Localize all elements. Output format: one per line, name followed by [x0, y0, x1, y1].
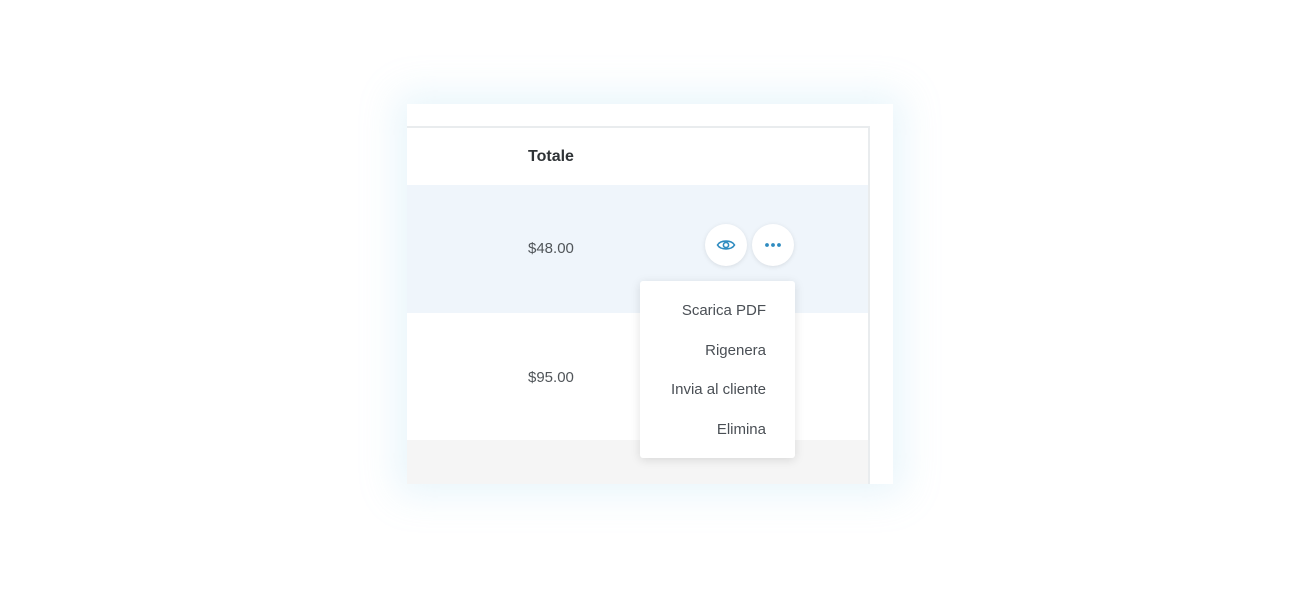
table-row[interactable]: $48.00 — [407, 185, 868, 313]
actions-dropdown-menu: Scarica PDF Rigenera Invia al cliente El… — [640, 281, 795, 458]
table-row[interactable]: $95.00 — [407, 313, 868, 440]
row-total: $95.00 — [528, 369, 574, 386]
menu-item-regenerate[interactable]: Rigenera — [705, 342, 766, 359]
column-header-total: Totale — [528, 148, 574, 165]
eye-icon — [716, 240, 736, 250]
menu-item-download-pdf[interactable]: Scarica PDF — [682, 302, 766, 319]
invoice-table: Totale $48.00 $95.00 — [407, 126, 870, 484]
table-header: Totale — [407, 128, 868, 185]
more-horizontal-icon — [765, 243, 781, 247]
menu-item-delete[interactable]: Elimina — [717, 421, 766, 438]
view-button[interactable] — [705, 224, 747, 266]
menu-item-send-to-client[interactable]: Invia al cliente — [671, 381, 766, 398]
more-actions-button[interactable] — [752, 224, 794, 266]
table-row — [407, 440, 868, 484]
row-total: $48.00 — [528, 240, 574, 257]
